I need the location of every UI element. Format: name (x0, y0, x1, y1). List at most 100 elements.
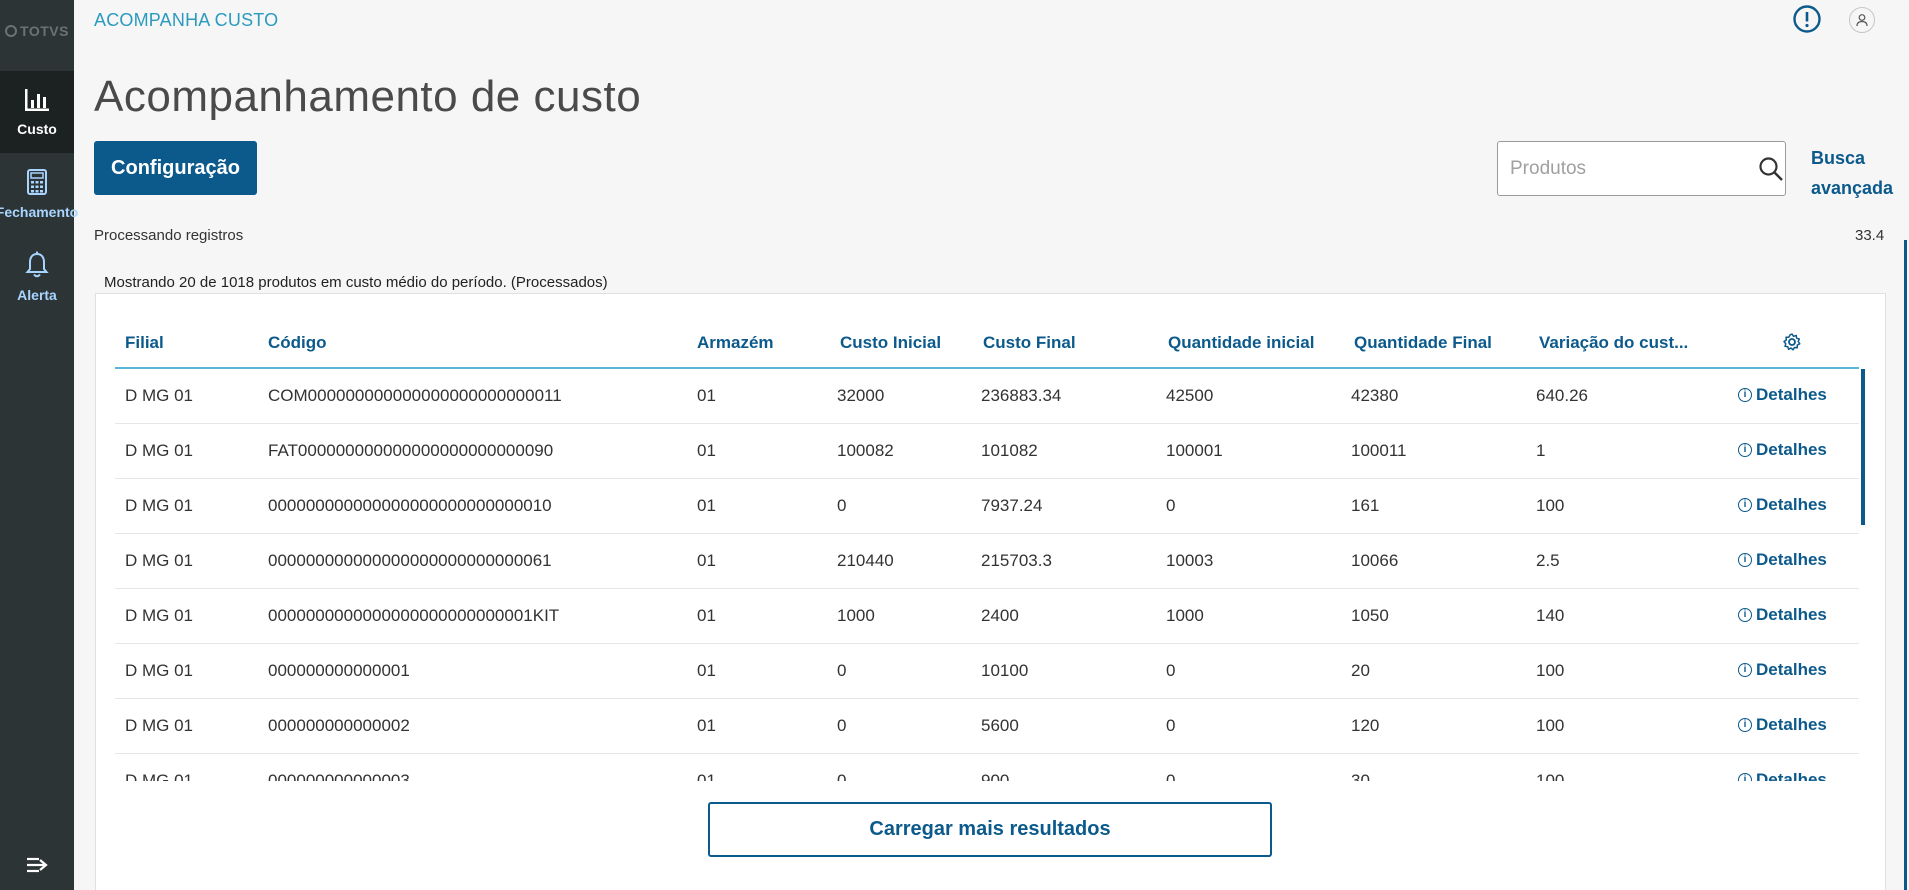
details-link[interactable]: i Detalhes (1738, 605, 1827, 625)
cell-custo-final: 2400 (981, 606, 1019, 625)
cell-custo-inicial: 100082 (837, 441, 894, 460)
cell-variacao: 140 (1536, 606, 1565, 625)
info-icon: i (1738, 718, 1752, 732)
cell-custo-final: 7937.24 (981, 496, 1043, 515)
column-header-quantidade-final[interactable]: Quantidade Final (1354, 333, 1492, 353)
column-header-variacao[interactable]: Variação do cust... (1539, 333, 1688, 353)
calculator-icon (27, 169, 47, 195)
brand-logo: TOTVS (0, 14, 74, 48)
details-label: Detalhes (1756, 440, 1827, 459)
cell-armazem: 01 (697, 386, 716, 405)
column-header-custo-inicial[interactable]: Custo Inicial (840, 333, 941, 353)
cell-codigo: 000000000000000000000000000061 (268, 551, 552, 570)
cell-custo-final: 215703.3 (981, 551, 1052, 570)
cell-armazem: 01 (697, 661, 716, 680)
table-row[interactable]: D MG 01 000000000000001 01 0 10100 0 20 100 i Det… (115, 644, 1859, 699)
table-body[interactable]: D MG 01 COM000000000000000000000000011 01 3… (115, 369, 1859, 781)
sidebar-item-alerta[interactable]: Alerta (0, 236, 74, 318)
cell-variacao: 1 (1536, 441, 1546, 460)
details-link[interactable]: i Detalhes (1738, 385, 1827, 405)
user-icon (1856, 14, 1868, 27)
sidebar-item-label: Fechamento (0, 204, 79, 220)
info-icon: i (1738, 498, 1752, 512)
sidebar-item-label: Alerta (17, 287, 57, 303)
sidebar-item-label: Custo (17, 121, 57, 137)
cell-quantidade-final: 10066 (1351, 551, 1399, 570)
sidebar-item-fechamento[interactable]: Fechamento (0, 153, 78, 235)
details-label: Detalhes (1756, 605, 1827, 624)
details-link[interactable]: i Detalhes (1738, 550, 1827, 570)
cell-custo-inicial: 0 (837, 771, 847, 781)
cell-quantidade-inicial: 0 (1166, 661, 1176, 680)
table-row[interactable]: D MG 01 000000000000000000000000000010 01 0… (115, 479, 1859, 534)
cell-quantidade-inicial: 42500 (1166, 386, 1214, 405)
details-label: Detalhes (1756, 385, 1827, 404)
cell-codigo: 000000000000002 (268, 716, 410, 735)
table-header: Filial Código Armazém Custo Inicial Cust… (115, 323, 1859, 369)
cell-codigo: 0000000000000000000000000001KIT (268, 606, 560, 625)
cell-filial: D MG 01 (125, 606, 194, 625)
details-link[interactable]: i Detalhes (1738, 715, 1827, 735)
advanced-search-link[interactable]: Busca avançada (1811, 143, 1901, 203)
details-link[interactable]: i Detalhes (1738, 660, 1827, 680)
details-link[interactable]: i Detalhes (1738, 770, 1827, 781)
column-header-codigo[interactable]: Código (268, 333, 327, 353)
cell-quantidade-final: 20 (1351, 661, 1370, 680)
table-row[interactable]: D MG 01 FAT000000000000000000000000090 01 1… (115, 424, 1859, 479)
table-row[interactable]: D MG 01 000000000000003 01 0 900 0 30 100 i Detal… (115, 754, 1859, 781)
bar-chart-icon (25, 89, 49, 111)
cell-armazem: 01 (697, 441, 716, 460)
cell-codigo: FAT000000000000000000000000090 (268, 441, 554, 460)
cell-variacao: 100 (1536, 661, 1565, 680)
exclamation-circle-icon (1793, 5, 1821, 33)
search-input[interactable] (1508, 156, 1757, 181)
column-header-armazem[interactable]: Armazém (697, 333, 774, 353)
cell-filial: D MG 01 (125, 771, 194, 781)
processing-value: 33.4 (1855, 227, 1885, 244)
details-label: Detalhes (1756, 495, 1827, 514)
cell-quantidade-inicial: 100001 (1166, 441, 1223, 460)
cell-quantidade-final: 161 (1351, 496, 1380, 515)
cell-custo-final: 101082 (981, 441, 1038, 460)
page-scrollbar[interactable] (1904, 240, 1907, 890)
column-header-quantidade-inicial[interactable]: Quantidade inicial (1168, 333, 1314, 353)
menu-expand-button[interactable] (0, 845, 74, 885)
cell-armazem: 01 (697, 606, 716, 625)
cell-custo-final: 5600 (981, 716, 1019, 735)
notification-button[interactable] (1792, 4, 1822, 39)
details-link[interactable]: i Detalhes (1738, 495, 1827, 515)
cell-codigo: 000000000000000000000000000010 (268, 496, 552, 515)
details-link[interactable]: i Detalhes (1738, 440, 1827, 460)
table-row[interactable]: D MG 01 0000000000000000000000000001KIT 01… (115, 589, 1859, 644)
cell-quantidade-inicial: 10003 (1166, 551, 1214, 570)
column-header-custo-final[interactable]: Custo Final (983, 333, 1076, 353)
cell-quantidade-final: 120 (1351, 716, 1380, 735)
sidebar: TOTVS Custo Fechamento Alerta (0, 0, 78, 890)
cell-quantidade-final: 42380 (1351, 386, 1399, 405)
cell-variacao: 100 (1536, 716, 1565, 735)
cell-codigo: 000000000000001 (268, 661, 410, 680)
search-icon[interactable] (1757, 146, 1785, 192)
table-row[interactable]: D MG 01 000000000000000000000000000061 01 2… (115, 534, 1859, 589)
load-more-button[interactable]: Carregar mais resultados (708, 802, 1272, 857)
table-row[interactable]: D MG 01 000000000000002 01 0 5600 0 120 100 i Det… (115, 699, 1859, 754)
search-field[interactable] (1497, 141, 1786, 196)
page-title: Acompanhamento de custo (94, 72, 642, 121)
table-settings-button[interactable] (1782, 332, 1802, 357)
cell-filial: D MG 01 (125, 386, 194, 405)
details-label: Detalhes (1756, 715, 1827, 734)
configuracao-button[interactable]: Configuração (94, 141, 257, 195)
cell-armazem: 01 (697, 551, 716, 570)
bell-icon (25, 251, 49, 278)
column-header-filial[interactable]: Filial (125, 333, 164, 353)
table-scrollbar[interactable] (1861, 369, 1865, 525)
cell-codigo: COM000000000000000000000000011 (268, 386, 562, 405)
cell-quantidade-inicial: 0 (1166, 716, 1176, 735)
sidebar-item-custo[interactable]: Custo (0, 71, 74, 153)
cell-quantidade-final: 100011 (1351, 441, 1407, 460)
details-label: Detalhes (1756, 550, 1827, 569)
cell-custo-final: 236883.34 (981, 386, 1062, 405)
user-avatar-button[interactable] (1849, 7, 1875, 33)
cell-filial: D MG 01 (125, 661, 194, 680)
table-row[interactable]: D MG 01 COM000000000000000000000000011 01 3… (115, 369, 1859, 424)
